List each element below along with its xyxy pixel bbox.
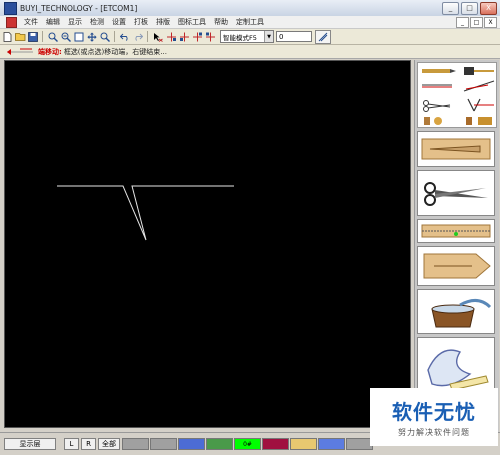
title-bar: BUYI_TECHNOLOGY - [ETCOM1] _ □ X (0, 0, 500, 17)
layer-swatch[interactable] (262, 438, 289, 450)
seam-tool-tile[interactable] (417, 219, 495, 243)
tool-icon-grid (417, 62, 497, 128)
save-icon[interactable] (27, 31, 39, 43)
layer-swatch[interactable] (122, 438, 149, 450)
menu-settings[interactable]: 设置 (108, 17, 130, 27)
wash-bucket-tile[interactable] (417, 289, 495, 334)
pattern-drawing (57, 185, 234, 241)
layer-all-button[interactable]: 全部 (98, 438, 120, 450)
layer-swatch[interactable] (178, 438, 205, 450)
doc-restore-button[interactable]: □ (470, 16, 483, 28)
pattern-line[interactable] (57, 185, 234, 241)
curve-tool-icon[interactable] (463, 80, 495, 92)
menu-help[interactable]: 帮助 (210, 17, 232, 27)
chevron-down-icon[interactable]: ▼ (264, 31, 273, 42)
layer-swatch[interactable] (290, 438, 317, 450)
new-file-icon[interactable] (1, 31, 13, 43)
iron-icon[interactable] (466, 117, 492, 125)
pattern-piece-tile[interactable] (417, 246, 495, 286)
spool-icon[interactable] (424, 117, 442, 125)
insert-point-icon[interactable] (204, 31, 216, 43)
minimize-button[interactable]: _ (442, 1, 459, 15)
layer-swatch[interactable] (346, 438, 373, 450)
layer-swatch[interactable] (150, 438, 177, 450)
menu-bar: 文件 编辑 显示 检测 设置 打板 排版 图标工具 帮助 定制工具 _ □ X (0, 16, 500, 29)
zoom-window-icon[interactable] (73, 31, 85, 43)
close-button[interactable]: X (480, 1, 497, 15)
layer-swatch[interactable]: 0# (234, 438, 261, 450)
undo-icon[interactable] (119, 31, 131, 43)
watermark-title: 软件无忧 (392, 400, 476, 424)
layer-l-button[interactable]: L (64, 438, 79, 450)
document-icon[interactable] (6, 16, 17, 28)
maximize-button[interactable]: □ (461, 1, 478, 15)
ruler-tool-icon[interactable] (315, 29, 331, 44)
menu-pattern[interactable]: 打板 (130, 17, 152, 27)
pan-icon[interactable] (86, 31, 98, 43)
toolbar-separator (114, 31, 115, 42)
watermark-subtitle: 努力解决软件问题 (398, 428, 470, 437)
delete-point-icon[interactable] (191, 31, 203, 43)
zoom-out-icon[interactable] (60, 31, 72, 43)
layer-r-button[interactable]: R (81, 438, 96, 450)
zoom-in-icon[interactable] (47, 31, 59, 43)
toolbar-separator (147, 31, 148, 42)
menu-icon-tools[interactable]: 图标工具 (174, 17, 210, 27)
pencil-icon[interactable] (422, 69, 456, 73)
pattern-shapes-tile[interactable] (417, 337, 495, 395)
watermark: 软件无忧 努力解决软件问题 (370, 388, 498, 446)
toolbar-separator (42, 31, 43, 42)
hint-bar: 端移动: 框选(或点选)移动端，右键结束... (0, 45, 500, 59)
menu-custom-tools[interactable]: 定制工具 (232, 17, 268, 27)
menu-layout[interactable]: 排版 (152, 17, 174, 27)
hint-text: 框选(或点选)移动端，右键结束... (63, 47, 167, 56)
menu-view[interactable]: 显示 (64, 17, 86, 27)
line-tool-icon[interactable] (422, 84, 452, 88)
tape-measure-icon[interactable] (464, 67, 494, 75)
redo-icon[interactable] (132, 31, 144, 43)
mode-select-value: 智能模式F5 (223, 33, 257, 42)
scissors-small-icon[interactable] (423, 100, 451, 112)
doc-close-button[interactable]: X (484, 16, 497, 28)
add-point-icon[interactable] (165, 31, 177, 43)
menu-check[interactable]: 检测 (86, 17, 108, 27)
doc-minimize-button[interactable]: _ (456, 16, 469, 28)
layer-swatches: 0# (121, 438, 373, 450)
hint-label: 端移动: (38, 47, 62, 56)
layer-swatch[interactable] (206, 438, 233, 450)
tool-panel (414, 60, 499, 434)
move-point-icon[interactable] (178, 31, 190, 43)
drawing-canvas[interactable] (4, 60, 411, 428)
menu-edit[interactable]: 编辑 (42, 17, 64, 27)
menu-file[interactable]: 文件 (20, 17, 42, 27)
app-icon (4, 1, 17, 15)
mode-select[interactable]: 智能模式F5 ▼ (220, 30, 274, 43)
dart-tool-tile[interactable] (417, 131, 495, 167)
select-arrow-icon[interactable] (152, 31, 164, 43)
zoom-fit-icon[interactable] (99, 31, 111, 43)
layer-display-button[interactable]: 显示层 (4, 438, 56, 450)
end-move-icon (6, 47, 34, 56)
layer-swatch[interactable] (318, 438, 345, 450)
scissors-tool-tile[interactable] (417, 170, 495, 216)
toolbar: 智能模式F5 ▼ 0 (0, 29, 500, 45)
number-input[interactable]: 0 (276, 31, 312, 42)
window-title: BUYI_TECHNOLOGY - [ETCOM1] (20, 3, 138, 13)
compass-icon[interactable] (467, 98, 494, 112)
open-folder-icon[interactable] (14, 31, 26, 43)
